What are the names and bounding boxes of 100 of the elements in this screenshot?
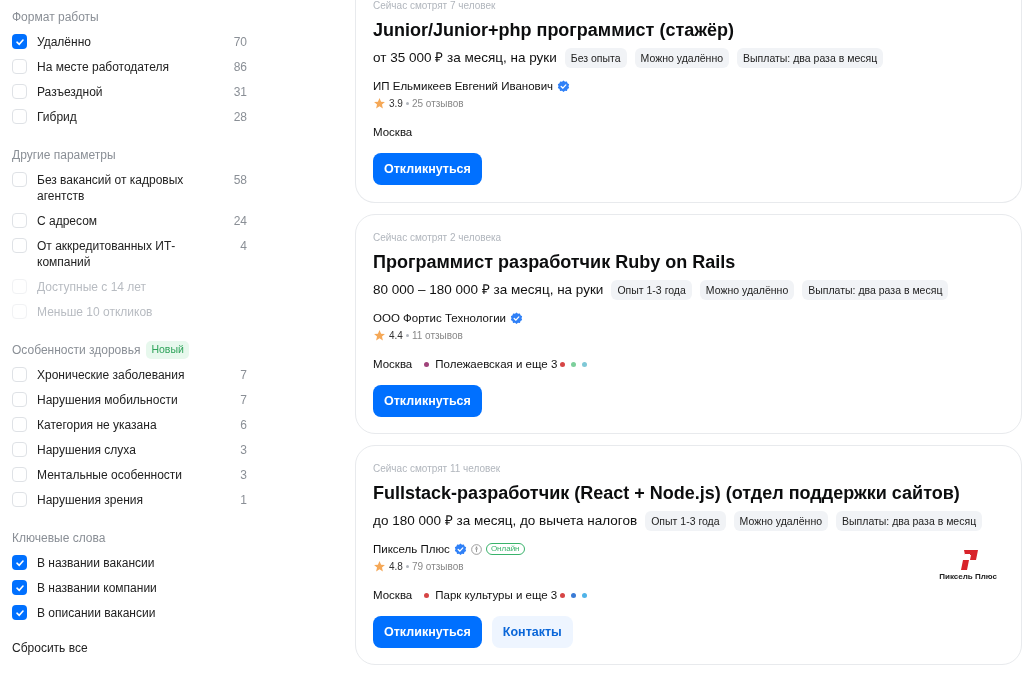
option-count: 70 xyxy=(232,34,247,50)
respond-button[interactable]: Откликнуться xyxy=(373,616,482,648)
checkbox[interactable] xyxy=(12,84,27,99)
viewers-count: Сейчас смотрят 11 человек xyxy=(373,463,502,475)
vacancy-tag: Можно удалённо xyxy=(634,48,730,68)
vacancy-tag: Без опыта xyxy=(564,48,627,68)
vacancy-tag: Выплаты: два раза в месяц xyxy=(737,48,884,68)
filter-option[interactable]: В названии компании xyxy=(37,580,217,596)
city: Москва xyxy=(373,357,413,372)
contacts-button[interactable]: Контакты xyxy=(491,616,573,648)
option-count: 1 xyxy=(239,492,247,508)
verified-icon xyxy=(557,79,571,93)
star-icon xyxy=(373,97,386,110)
option-count: 24 xyxy=(232,213,247,229)
city: Москва xyxy=(373,125,413,140)
check-icon xyxy=(14,607,25,618)
vacancy-tag: Можно удалённо xyxy=(699,280,795,300)
verified-icon xyxy=(453,542,467,556)
option-count: 86 xyxy=(232,59,247,75)
filter-option[interactable]: Гибрид xyxy=(37,109,217,125)
rating: 4.4 xyxy=(389,329,403,343)
filter-option[interactable]: Удалённо xyxy=(37,34,217,50)
verified-icon xyxy=(510,311,523,325)
filter-option[interactable]: От аккредитованных ИТ-компаний xyxy=(37,238,217,270)
checkbox[interactable] xyxy=(12,492,27,507)
reviews-link[interactable]: 11 отзывов xyxy=(411,328,463,343)
option-count: 3 xyxy=(239,467,247,483)
checkbox[interactable] xyxy=(12,555,27,570)
rating: 4.8 xyxy=(389,560,403,574)
filter-option[interactable]: На месте работодателя xyxy=(37,59,217,75)
viewers-count: Сейчас смотрят 7 человек xyxy=(373,0,497,12)
checkbox[interactable] xyxy=(12,109,27,124)
check-icon xyxy=(14,36,25,47)
reviews-link[interactable]: 25 отзывов xyxy=(411,96,464,111)
checkbox[interactable] xyxy=(12,34,27,49)
filter-section-title: Ключевые слова xyxy=(12,530,106,547)
filter-option[interactable]: Нарушения мобильности xyxy=(37,392,217,408)
reviews-link[interactable]: 79 отзывов xyxy=(411,559,464,574)
option-count: 58 xyxy=(232,172,247,188)
option-count: 3 xyxy=(239,442,247,458)
company-name[interactable]: ИП Ельмикеев Евгений Иванович xyxy=(373,78,554,94)
check-icon xyxy=(14,582,25,593)
checkbox[interactable] xyxy=(12,442,27,457)
respond-button[interactable]: Откликнуться xyxy=(373,153,482,185)
checkbox[interactable] xyxy=(12,467,27,482)
company-logo: Пиксель Плюс xyxy=(939,550,997,582)
salary: 80 000 – 180 000 ₽ за месяц, на руки xyxy=(373,281,604,299)
filter-option[interactable]: Ментальные особенности xyxy=(37,467,217,483)
vacancy-tag: Выплаты: два раза в месяц xyxy=(836,511,983,531)
checkbox[interactable] xyxy=(12,238,27,253)
filter-section-title: Формат работы xyxy=(12,9,99,26)
checkbox[interactable] xyxy=(12,172,27,187)
accessibility-icon xyxy=(470,543,482,555)
dot-separator xyxy=(405,565,409,568)
filter-option[interactable]: Категория не указана xyxy=(37,417,217,433)
vacancy-title[interactable]: Junior/Junior+php программист (стажёр) xyxy=(373,18,1004,42)
checkbox[interactable] xyxy=(12,59,27,74)
company-name[interactable]: ООО Фортис Технологии xyxy=(373,310,506,326)
company-name[interactable]: Пиксель Плюс xyxy=(373,541,450,557)
rating: 3.9 xyxy=(389,97,403,111)
viewers-count: Сейчас смотрят 2 человека xyxy=(373,232,503,244)
checkbox[interactable] xyxy=(12,580,27,595)
checkbox[interactable] xyxy=(12,213,27,228)
star-icon xyxy=(373,329,386,342)
option-count: 7 xyxy=(239,392,247,408)
salary: от 35 000 ₽ за месяц, на руки xyxy=(373,49,557,67)
filter-option[interactable]: Хронические заболевания xyxy=(37,367,217,383)
vacancy-tag: Опыт 1-3 года xyxy=(611,280,692,300)
dot-separator xyxy=(405,102,409,105)
checkbox[interactable] xyxy=(12,605,27,620)
new-badge: Новый xyxy=(146,341,189,359)
filter-section-title: Другие параметры xyxy=(12,147,116,164)
option-count: 4 xyxy=(239,238,247,254)
filter-option[interactable]: Разъездной xyxy=(37,84,217,100)
filter-option[interactable]: В названии вакансии xyxy=(37,555,217,571)
check-icon xyxy=(14,557,25,568)
filter-section-title: Особенности здоровья xyxy=(12,342,141,359)
filter-option[interactable]: Нарушения слуха xyxy=(37,442,217,458)
checkbox[interactable] xyxy=(12,417,27,432)
vacancy-title[interactable]: Программист разработчик Ruby on Rails xyxy=(373,250,1004,274)
filter-option[interactable]: Нарушения зрения xyxy=(37,492,217,508)
star-icon xyxy=(373,560,386,573)
filter-option[interactable]: В описании вакансии xyxy=(37,605,217,621)
option-count: 6 xyxy=(239,417,247,433)
vacancy-tag: Можно удалённо xyxy=(733,511,828,531)
reset-all-link[interactable]: Сбросить все xyxy=(12,639,260,657)
vacancy-title[interactable]: Fullstack-разработчик (React + Node.js) (отдел поддержки сайтов) xyxy=(373,481,1004,505)
vacancy-tag: Опыт 1-3 года xyxy=(645,511,726,531)
option-count: 28 xyxy=(232,109,247,125)
filter-option[interactable]: С адресом xyxy=(37,213,217,229)
option-count: 31 xyxy=(232,84,247,100)
filter-option[interactable]: Без вакансий от кадровых агентств xyxy=(37,172,217,204)
vacancy-tag: Выплаты: два раза в месяц xyxy=(802,280,949,300)
metro-station: Полежаевская и еще 3 xyxy=(435,357,558,372)
respond-button[interactable]: Откликнуться xyxy=(373,385,482,417)
metro-station: Парк культуры и еще 3 xyxy=(435,588,558,603)
checkbox[interactable] xyxy=(12,367,27,382)
dot-separator xyxy=(405,334,409,337)
salary: до 180 000 ₽ за месяц, до вычета налогов xyxy=(373,512,638,530)
checkbox[interactable] xyxy=(12,392,27,407)
